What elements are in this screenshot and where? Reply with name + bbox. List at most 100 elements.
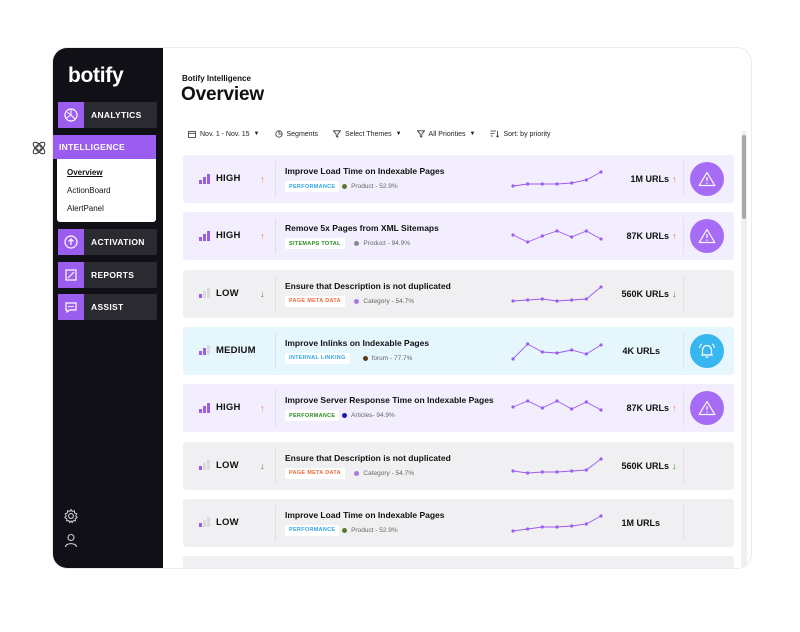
date-filter[interactable]: Nov. 1 - Nov. 15 ▼ bbox=[188, 130, 260, 138]
theme-tag[interactable]: INTERNAL LINKING bbox=[285, 352, 350, 364]
sparkline-point bbox=[570, 297, 574, 302]
analytics-icon bbox=[58, 102, 84, 128]
sparkline-point bbox=[511, 233, 515, 237]
sparkline-point bbox=[599, 343, 603, 347]
insight-row[interactable]: HIGH ↑ Remove 5x Pages from XML Sitemaps S… bbox=[183, 212, 734, 261]
breadcrumb[interactable]: Botify Intelligence bbox=[182, 74, 251, 83]
segment-meta: forum - 77.7% bbox=[362, 354, 413, 362]
theme-tag[interactable]: PERFORMANCE bbox=[285, 410, 340, 422]
sparkline-point bbox=[555, 229, 559, 233]
segment-meta: Category - 54.7% bbox=[354, 298, 414, 305]
bell-alert-button[interactable] bbox=[690, 333, 724, 368]
sparkline-point bbox=[511, 529, 515, 533]
insight-title[interactable]: Remove 5x Pages from XML Sitemaps bbox=[285, 223, 439, 233]
subnav-overview[interactable]: Overview bbox=[67, 168, 103, 177]
sparkline-point bbox=[599, 237, 603, 241]
sparkline-point bbox=[570, 407, 574, 411]
insight-title[interactable]: Ensure that Description is not duplicate… bbox=[285, 281, 451, 291]
priority-bar bbox=[203, 176, 206, 184]
segment-dot bbox=[342, 527, 348, 533]
sort-filter-label: Sort: by priority bbox=[503, 130, 551, 138]
insight-row[interactable]: LOW ↓ Ensure that Description is not dupl… bbox=[183, 441, 734, 490]
insight-row[interactable]: HIGH ↑ Improve Server Response Time on In… bbox=[183, 384, 734, 433]
chevron-down-icon: ▼ bbox=[395, 131, 402, 137]
subnav-alertpanel[interactable]: AlertPanel bbox=[67, 204, 104, 213]
url-count: 560K URLs bbox=[621, 288, 669, 299]
nav-analytics[interactable]: ANALYTICS bbox=[58, 102, 157, 128]
insight-row[interactable]: LOW ↓ Ensure that Description is not dupl… bbox=[183, 269, 734, 318]
row-divider bbox=[275, 275, 276, 312]
insight-title[interactable]: Improve Load Time on Indexable Pages bbox=[285, 510, 445, 520]
user-icon[interactable] bbox=[63, 532, 79, 548]
nav-reports[interactable]: REPORTS bbox=[58, 262, 157, 288]
botify-logo[interactable]: botify bbox=[68, 64, 124, 88]
insight-row[interactable]: MEDIUM Improve Inlinks on Indexable Page… bbox=[183, 326, 734, 375]
priority-bar bbox=[203, 348, 206, 356]
priority-bar bbox=[199, 466, 202, 470]
arrow-down-icon: ↓ bbox=[672, 460, 677, 471]
row-divider bbox=[275, 504, 276, 541]
row-divider bbox=[275, 447, 276, 484]
sparkline-point bbox=[584, 296, 588, 301]
priority-label: HIGH bbox=[216, 173, 241, 184]
arrow-up-icon: ↑ bbox=[672, 403, 677, 414]
segment-meta-text: Category - 54.7% bbox=[363, 469, 414, 477]
themes-filter[interactable]: Select Themes ▼ bbox=[333, 130, 402, 138]
row-divider bbox=[275, 161, 276, 197]
url-count: 1M URLs bbox=[621, 517, 660, 528]
insight-row[interactable] bbox=[183, 556, 734, 568]
sort-filter[interactable]: Sort: by priority bbox=[490, 130, 551, 138]
warning-alert-button[interactable] bbox=[690, 391, 724, 426]
url-count: 87K URLs bbox=[626, 403, 669, 414]
nav-activation[interactable]: ACTIVATION bbox=[58, 229, 157, 255]
scrollbar-thumb[interactable] bbox=[742, 135, 746, 219]
segment-meta-text: forum - 77.7% bbox=[371, 354, 413, 362]
warning-alert-button[interactable] bbox=[690, 162, 724, 196]
bell-icon bbox=[699, 343, 715, 358]
settings-icon[interactable] bbox=[63, 508, 79, 524]
theme-tag[interactable]: PERFORMANCE bbox=[285, 181, 340, 192]
arrow-up-icon: ↑ bbox=[260, 231, 265, 242]
priority-bar bbox=[203, 291, 206, 299]
nav-assist[interactable]: ASSIST bbox=[58, 294, 157, 320]
sparkline-point bbox=[526, 297, 530, 302]
sparkline-point bbox=[599, 284, 603, 289]
segment-meta: Product - 94.9% bbox=[354, 240, 410, 247]
insight-title[interactable]: Improve Server Response Time on Indexabl… bbox=[285, 395, 494, 405]
sparkline-point bbox=[555, 182, 559, 186]
insight-title[interactable]: Improve Inlinks on Indexable Pages bbox=[285, 338, 429, 348]
insight-title[interactable]: Improve Load Time on Indexable Pages bbox=[285, 166, 445, 176]
intelligence-subnav: Overview ActionBoard AlertPanel bbox=[57, 159, 156, 222]
priority-bar bbox=[207, 402, 210, 413]
row-divider bbox=[275, 218, 276, 255]
sparkline-point bbox=[599, 456, 603, 461]
sparkline-point bbox=[570, 181, 574, 185]
priority-indicator: HIGH bbox=[199, 230, 241, 241]
nav-intelligence[interactable]: INTELLIGENCE bbox=[53, 135, 156, 159]
warning-alert-button[interactable] bbox=[690, 219, 724, 254]
trend-sparkline bbox=[511, 170, 603, 188]
theme-tag[interactable]: PAGE META DATA bbox=[285, 295, 345, 307]
priorities-filter[interactable]: All Priorities ▼ bbox=[416, 130, 475, 138]
sparkline-point bbox=[540, 350, 544, 354]
priority-bar bbox=[207, 288, 210, 299]
assist-icon bbox=[58, 294, 84, 320]
theme-tag[interactable]: PAGE META DATA bbox=[285, 467, 345, 479]
url-count: 4K URLs bbox=[622, 345, 660, 356]
themes-filter-label: Select Themes bbox=[345, 130, 392, 138]
priority-bar bbox=[203, 233, 206, 241]
theme-tag[interactable]: SITEMAPS TOTAL bbox=[285, 238, 345, 250]
segments-filter[interactable]: Segments bbox=[274, 130, 318, 138]
list-scrollbar[interactable] bbox=[741, 131, 747, 568]
trend-sparkline bbox=[511, 514, 603, 533]
theme-tag[interactable]: PERFORMANCE bbox=[285, 524, 340, 536]
subnav-actionboard[interactable]: ActionBoard bbox=[67, 186, 111, 195]
insight-title[interactable]: Ensure that Description is not duplicate… bbox=[285, 453, 451, 463]
funnel-icon bbox=[333, 130, 342, 138]
insight-row[interactable]: LOW Improve Load Time on Indexable Pages… bbox=[183, 498, 734, 547]
intelligence-icon[interactable] bbox=[30, 139, 48, 157]
segment-meta: Category - 54.7% bbox=[354, 470, 414, 477]
insight-row[interactable]: HIGH ↑ Improve Load Time on Indexable Pag… bbox=[183, 155, 734, 203]
warning-icon bbox=[698, 401, 716, 416]
priority-bar bbox=[207, 460, 210, 470]
